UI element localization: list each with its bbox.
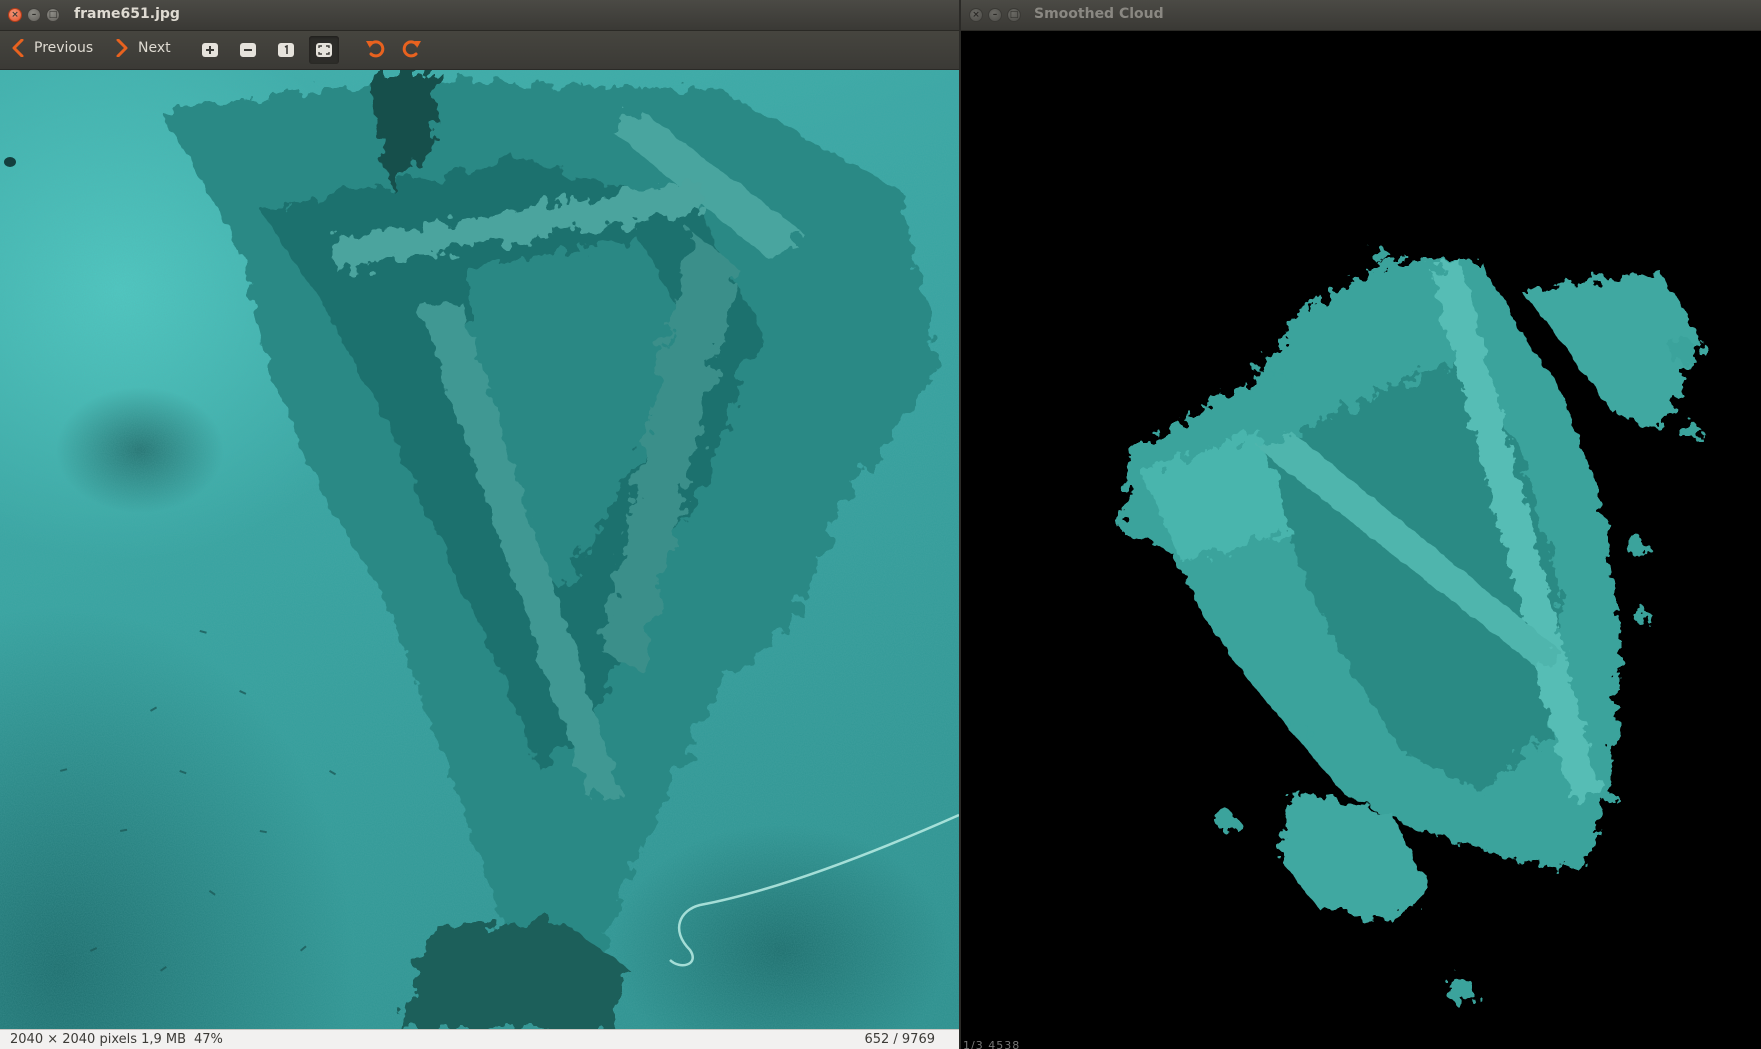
- image-counter: 652 / 9769: [864, 1032, 935, 1047]
- normal-size-icon: [278, 43, 294, 57]
- point-cloud-viewport[interactable]: 1/3 4538: [961, 31, 1761, 1049]
- viewer-titlebar[interactable]: × – □ frame651.jpg: [0, 0, 959, 31]
- best-fit-icon: [316, 43, 332, 57]
- zoom-out-icon: [240, 43, 256, 57]
- normal-size-button[interactable]: [271, 36, 301, 64]
- zoom-out-button[interactable]: [233, 36, 263, 64]
- close-window-button[interactable]: ×: [969, 8, 983, 22]
- minimize-window-button[interactable]: –: [27, 8, 41, 22]
- zoom-in-button[interactable]: [195, 36, 225, 64]
- close-window-button[interactable]: ×: [8, 8, 22, 22]
- best-fit-button[interactable]: [309, 36, 339, 64]
- point-cloud-window: × – □ Smoothed Cloud 1/3 4538: [961, 0, 1761, 1049]
- window-controls: × – □: [969, 8, 1021, 22]
- minimize-window-button[interactable]: –: [988, 8, 1002, 22]
- cloud-status-text: 1/3 4538: [963, 1039, 1021, 1049]
- previous-label: Previous: [34, 40, 94, 56]
- window-title: frame651.jpg: [74, 6, 180, 22]
- previous-button[interactable]: Previous: [12, 39, 93, 57]
- next-label: Next: [138, 40, 171, 56]
- image-info: 2040 × 2040 pixels 1,9 MB: [10, 1032, 187, 1047]
- zoom-level: 47%: [194, 1032, 223, 1047]
- cloud-titlebar[interactable]: × – □ Smoothed Cloud: [961, 0, 1761, 31]
- maximize-window-button[interactable]: □: [46, 8, 60, 22]
- point-cloud-render: [1121, 248, 1701, 1005]
- rotate-right-icon: [401, 37, 423, 63]
- zoom-in-icon: [202, 43, 218, 57]
- viewer-toolbar: Previous Next: [0, 31, 959, 70]
- underwater-wreck-photo: [0, 70, 959, 1029]
- displayed-image[interactable]: [0, 70, 959, 1029]
- window-controls: × – □: [8, 8, 60, 22]
- status-bar: 2040 × 2040 pixels 1,9 MB 47% 652 / 9769: [0, 1029, 959, 1049]
- chevron-left-icon: [12, 39, 24, 57]
- rotate-right-button[interactable]: [397, 36, 427, 64]
- maximize-window-button[interactable]: □: [1007, 8, 1021, 22]
- rotate-left-icon: [364, 37, 386, 63]
- next-button[interactable]: Next: [116, 39, 171, 57]
- chevron-right-icon: [116, 39, 128, 57]
- image-viewer-window: × – □ frame651.jpg Previous Next 2040 × …: [0, 0, 959, 1049]
- rotate-left-button[interactable]: [360, 36, 390, 64]
- window-title: Smoothed Cloud: [1034, 6, 1164, 22]
